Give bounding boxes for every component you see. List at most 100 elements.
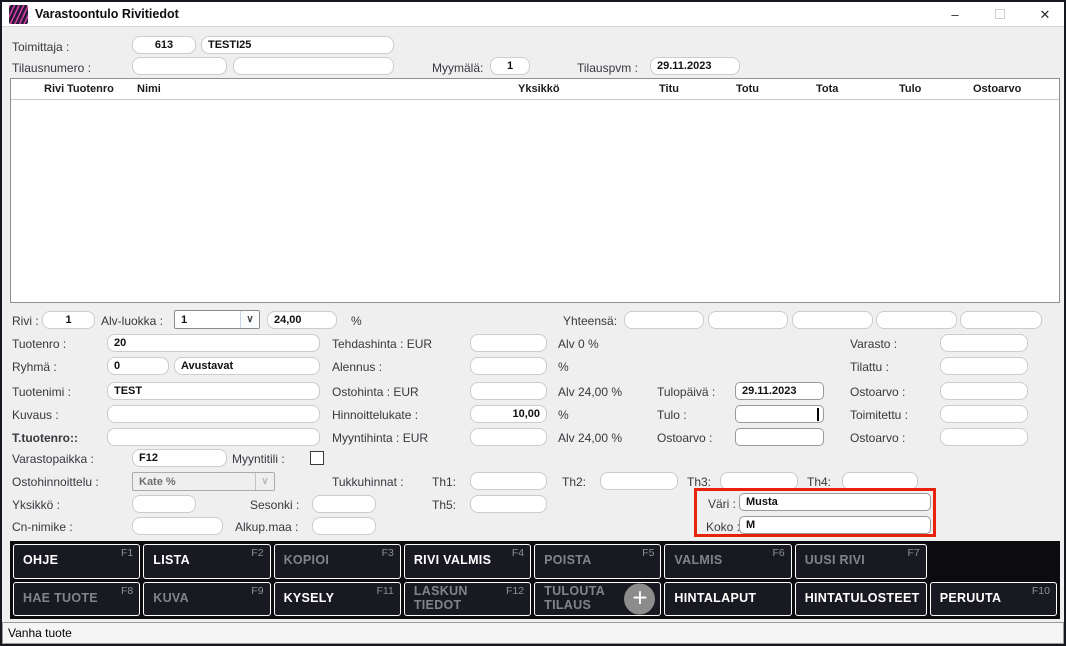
ostohinnoittelu-value: Kate %: [139, 475, 176, 488]
app-logo-icon: [9, 5, 28, 24]
yhteensa-field-5[interactable]: [960, 311, 1042, 329]
th2-label: Th2:: [562, 475, 587, 489]
th5-label: Th5:: [432, 498, 457, 512]
hintatulosteet-button[interactable]: HINTATULOSTEET: [794, 581, 927, 616]
myyntihinta-label: Myyntihinta : EUR: [332, 431, 429, 445]
ostohinnoittelu-label: Ostohinnoittelu :: [12, 475, 99, 489]
varasto-field[interactable]: [940, 334, 1028, 352]
tuotenro-label: Tuotenro :: [12, 337, 67, 351]
app-window: Varastoontulo Rivitiedot – ✕ Toimittaja …: [0, 0, 1066, 646]
ostoarvo-right1-field[interactable]: [940, 382, 1028, 400]
myymala-field[interactable]: 1: [490, 57, 530, 75]
tuotenro-field[interactable]: 20: [107, 334, 320, 352]
close-button[interactable]: ✕: [1028, 2, 1062, 27]
lista-button[interactable]: LISTA F2: [143, 544, 271, 579]
ostohinta-alv-label: Alv 24,00 %: [558, 385, 623, 399]
tuotenimi-field[interactable]: TEST: [107, 382, 320, 400]
kuvaus-label: Kuvaus :: [12, 408, 59, 422]
ryhma-code-field[interactable]: 0: [107, 357, 169, 375]
laskun-tiedot-button[interactable]: LASKUN TIEDOT F12: [403, 581, 532, 616]
yhteensa-field-1[interactable]: [624, 311, 704, 329]
myyntihinta-field[interactable]: [470, 428, 547, 446]
myyntitili-label: Myyntitili :: [232, 452, 285, 466]
alennus-field[interactable]: [470, 357, 547, 375]
tilausnumero-label: Tilausnumero :: [12, 61, 91, 75]
varastopaikka-label: Varastopaikka :: [12, 452, 94, 466]
ostoarvo-mid-field[interactable]: [735, 428, 824, 446]
alv-pct-field[interactable]: 24,00: [267, 311, 337, 329]
vari-field[interactable]: Musta: [739, 493, 931, 511]
maximize-button[interactable]: [983, 2, 1017, 27]
kopioi-button[interactable]: KOPIOI F3: [273, 544, 401, 579]
uusi-rivi-button[interactable]: UUSI RIVI F7: [794, 544, 927, 579]
th1-label: Th1:: [432, 475, 457, 489]
tulopaiva-field[interactable]: 29.11.2023: [735, 382, 824, 400]
myyntitili-checkbox[interactable]: [310, 451, 324, 465]
alkup-maa-field[interactable]: [312, 517, 376, 535]
kuva-button[interactable]: KUVA F9: [143, 581, 271, 616]
yksikko-field[interactable]: [132, 495, 196, 513]
koko-field[interactable]: M: [739, 516, 931, 534]
tilauspvm-label: Tilauspvm :: [577, 61, 638, 75]
toimitettu-field[interactable]: [940, 405, 1028, 423]
cn-nimike-field[interactable]: [132, 517, 223, 535]
chevron-down-icon[interactable]: ∨: [240, 311, 259, 328]
tulo-label: Tulo :: [657, 408, 687, 422]
tulo-field[interactable]: [735, 405, 824, 423]
yhteensa-label: Yhteensä:: [563, 314, 618, 328]
sesonki-label: Sesonki :: [250, 498, 300, 512]
th5-field[interactable]: [470, 495, 547, 513]
alennus-pct-sign: %: [558, 360, 569, 374]
sesonki-field[interactable]: [312, 495, 376, 513]
ohje-button[interactable]: OHJE F1: [13, 544, 141, 579]
toimittaja-code-field[interactable]: 613: [132, 36, 196, 54]
title-bar: Varastoontulo Rivitiedot – ✕: [2, 2, 1064, 27]
th2-field[interactable]: [600, 472, 678, 490]
hintalaput-button[interactable]: HINTALAPUT: [664, 581, 792, 616]
col-tuotenro: Tuotenro: [67, 83, 114, 95]
ostoarvo-right2-field[interactable]: [940, 428, 1028, 446]
peruuta-button[interactable]: PERUUTA F10: [929, 581, 1057, 616]
function-button-panel: OHJE F1 LISTA F2 KOPIOI F3 RIVI VALMIS F…: [10, 541, 1060, 619]
tukkuhinnat-label: Tukkuhinnat :: [332, 475, 404, 489]
tulopaiva-label: Tulopäivä :: [657, 385, 716, 399]
th1-field[interactable]: [470, 472, 547, 490]
yhteensa-field-4[interactable]: [876, 311, 957, 329]
ostohinta-field[interactable]: [470, 382, 547, 400]
tehdashinta-field[interactable]: [470, 334, 547, 352]
tulouta-tilaus-button[interactable]: TULOUTA TILAUS +: [534, 581, 662, 616]
alennus-label: Alennus :: [332, 360, 383, 374]
kysely-button[interactable]: KYSELY F11: [273, 581, 401, 616]
rivi-field[interactable]: 1: [42, 311, 95, 329]
tilattu-field[interactable]: [940, 357, 1028, 375]
alv-luokka-dropdown[interactable]: 1 ∨: [174, 310, 260, 329]
tehdashinta-alv-label: Alv 0 %: [558, 337, 599, 351]
col-tota: Tota: [816, 83, 839, 95]
plus-icon[interactable]: +: [624, 583, 656, 615]
hae-tuote-button[interactable]: HAE TUOTE F8: [13, 581, 141, 616]
chevron-down-icon: ∨: [255, 473, 274, 490]
ostoarvo-mid-label: Ostoarvo :: [657, 431, 713, 445]
tilausnumero-field-1[interactable]: [132, 57, 227, 75]
poista-button[interactable]: POISTA F5: [534, 544, 662, 579]
myyntihinta-alv-label: Alv 24,00 %: [558, 431, 623, 445]
toimittaja-name-field[interactable]: TESTI25: [201, 36, 394, 54]
kuvaus-field[interactable]: [107, 405, 320, 423]
empty-button-slot: [930, 544, 1057, 579]
rivi-valmis-button[interactable]: RIVI VALMIS F4: [403, 544, 532, 579]
ryhma-name-field[interactable]: Avustavat: [174, 357, 320, 375]
rows-table[interactable]: Rivi Tuotenro Nimi Yksikkö Titu Totu Tot…: [10, 78, 1060, 303]
tilausnumero-field-2[interactable]: [233, 57, 394, 75]
cn-nimike-label: Cn-nimike :: [12, 520, 73, 534]
valmis-button[interactable]: VALMIS F6: [664, 544, 792, 579]
yhteensa-field-3[interactable]: [792, 311, 873, 329]
minimize-button[interactable]: –: [938, 2, 972, 27]
varastopaikka-field[interactable]: F12: [132, 449, 227, 467]
alv-luokka-label: Alv-luokka :: [101, 314, 164, 328]
t-tuotenro-label: T.tuotenro::: [12, 431, 78, 445]
hinnoittelukate-field[interactable]: 10,00: [470, 405, 547, 423]
col-yksikko: Yksikkö: [518, 83, 560, 95]
tilauspvm-field[interactable]: 29.11.2023: [650, 57, 740, 75]
yhteensa-field-2[interactable]: [708, 311, 788, 329]
t-tuotenro-field[interactable]: [107, 428, 320, 446]
